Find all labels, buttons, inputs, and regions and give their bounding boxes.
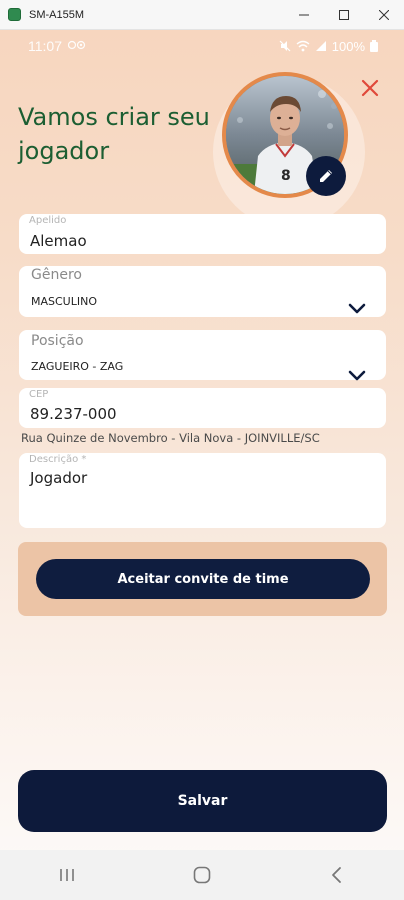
mute-icon bbox=[279, 40, 291, 52]
posicao-select[interactable]: Posição ZAGUEIRO - ZAG bbox=[19, 330, 386, 381]
apelido-field[interactable]: Apelido Alemao bbox=[19, 214, 386, 254]
posicao-label: Posição bbox=[31, 333, 84, 349]
window-title: SM-A155M bbox=[29, 8, 85, 21]
notification-icons bbox=[67, 40, 94, 53]
cep-field[interactable]: CEP 89.237-000 bbox=[19, 388, 386, 428]
back-button[interactable] bbox=[307, 860, 367, 890]
apelido-label: Apelido bbox=[29, 215, 67, 226]
close-window-button[interactable] bbox=[364, 0, 404, 30]
chevron-down-icon bbox=[348, 370, 366, 381]
address-text: Rua Quinze de Novembro - Vila Nova - JOI… bbox=[21, 431, 320, 445]
page-title: Vamos criar seu jogador bbox=[18, 103, 210, 165]
recent-apps-icon bbox=[60, 869, 75, 881]
battery-icon bbox=[370, 40, 378, 52]
status-right: 100% bbox=[279, 30, 378, 62]
cep-value: 89.237-000 bbox=[30, 405, 117, 423]
chevron-down-icon bbox=[348, 303, 366, 314]
home-button[interactable] bbox=[172, 860, 232, 890]
invite-card: Aceitar convite de time bbox=[18, 542, 387, 616]
minimize-button[interactable] bbox=[284, 0, 324, 30]
descricao-textarea[interactable]: Descrição * Jogador bbox=[19, 453, 386, 528]
back-icon bbox=[331, 867, 341, 883]
close-window-icon bbox=[379, 10, 389, 20]
genero-select[interactable]: Gênero MASCULINO bbox=[19, 266, 386, 317]
descricao-label: Descrição * bbox=[29, 454, 87, 465]
phone-screen: 11:07 100% Vamos criar seu jogador 8 Ape… bbox=[0, 30, 404, 900]
status-bar: 11:07 100% bbox=[0, 30, 404, 62]
wifi-icon bbox=[296, 40, 310, 52]
jersey-number: 8 bbox=[281, 168, 291, 184]
save-button[interactable]: Salvar bbox=[18, 770, 387, 832]
posicao-value: ZAGUEIRO - ZAG bbox=[31, 360, 124, 373]
edit-photo-button[interactable] bbox=[306, 156, 346, 196]
app-icon bbox=[8, 8, 21, 21]
accept-invite-button[interactable]: Aceitar convite de time bbox=[36, 559, 370, 599]
home-icon bbox=[193, 866, 211, 884]
minimize-icon bbox=[299, 14, 309, 16]
window-controls bbox=[284, 0, 404, 30]
apelido-value: Alemao bbox=[30, 232, 87, 250]
signal-icon bbox=[315, 41, 326, 51]
genero-value: MASCULINO bbox=[31, 295, 97, 308]
maximize-button[interactable] bbox=[324, 0, 364, 30]
cep-label: CEP bbox=[29, 389, 49, 400]
status-time: 11:07 bbox=[28, 38, 62, 54]
notification-icon bbox=[67, 40, 86, 49]
close-icon[interactable] bbox=[360, 78, 380, 98]
pencil-icon bbox=[320, 170, 332, 182]
genero-label: Gênero bbox=[31, 267, 82, 283]
android-nav-bar bbox=[0, 850, 404, 900]
descricao-value: Jogador bbox=[30, 469, 88, 487]
maximize-icon bbox=[339, 10, 349, 20]
recent-apps-button[interactable] bbox=[37, 860, 97, 890]
window-title-bar: SM-A155M bbox=[0, 0, 404, 30]
battery-percent: 100% bbox=[331, 38, 365, 54]
